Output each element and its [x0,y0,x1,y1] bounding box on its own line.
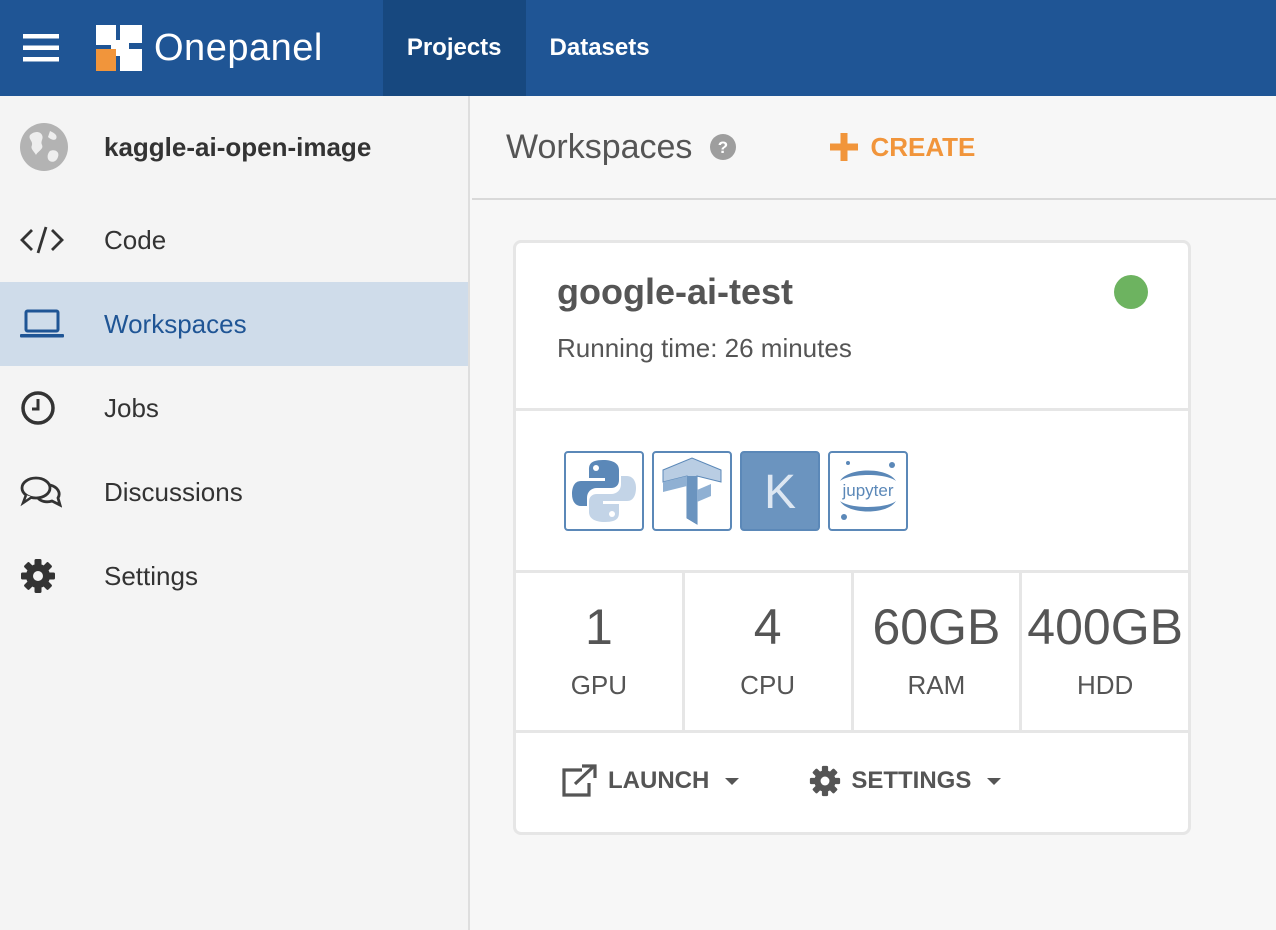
jupyter-label: jupyter [841,481,893,500]
project-header[interactable]: kaggle-ai-open-image [0,96,468,198]
comments-icon [20,475,66,509]
caret-down-icon [987,777,1002,785]
main-nav: Projects Datasets [382,0,674,96]
spec-value: 60GB [872,599,1001,655]
spec-ram: 60GB RAM [854,573,1023,730]
external-link-icon [562,764,597,797]
create-label: CREATE [870,131,976,162]
sidebar-item-code[interactable]: Code [0,198,468,282]
spec-label: GPU [570,670,628,700]
spec-value: 1 [584,599,613,655]
spec-value: 4 [753,599,782,655]
gear-icon [810,765,841,797]
sidebar-item-discussions[interactable]: Discussions [0,450,468,534]
launch-button[interactable]: LAUNCH [560,764,740,798]
spec-label: CPU [740,670,796,700]
laptop-icon [20,309,66,339]
logo-text: Onepanel [154,26,323,69]
spec-value: 400GB [1027,599,1183,655]
svg-text:?: ? [718,138,728,157]
onepanel-logo[interactable]: Onepanel [96,0,323,96]
sidebar-item-label: Code [104,224,167,255]
framework-icons: K jupyter [516,411,1188,573]
sidebar-item-label: Discussions [104,476,243,507]
nav-datasets[interactable]: Datasets [526,0,674,96]
onepanel-logo-icon [96,25,142,71]
tensorflow-icon [652,450,732,531]
workspace-actions: LAUNCH SETTINGS [516,733,1188,829]
spec-hdd: 400GB HDD [1022,573,1188,730]
create-button[interactable]: CREATE [830,132,975,163]
sidebar-item-label: Workspaces [104,308,247,339]
help-icon[interactable]: ? [710,134,737,160]
clock-icon [20,390,66,426]
sidebar-item-jobs[interactable]: Jobs [0,366,468,450]
sidebar-item-label: Settings [104,560,198,591]
sidebar-item-label: Jobs [104,392,159,423]
sidebar: kaggle-ai-open-image Code Workspaces Job… [0,96,470,930]
status-indicator [1114,275,1148,309]
code-icon [20,225,66,255]
sidebar-item-settings[interactable]: Settings [0,534,468,618]
workspace-specs: 1 GPU 4 CPU 60GB RAM 400GB HDD [516,573,1188,733]
keras-icon: K [740,450,820,531]
python-icon [564,450,644,531]
plus-icon [830,133,859,161]
workspace-name[interactable]: google-ai-test [557,271,793,313]
globe-icon [20,123,68,171]
page-header: Workspaces ? CREATE [472,96,1276,200]
keras-letter: K [764,466,796,519]
page-title: Workspaces [506,127,693,166]
workspace-card-header: google-ai-test Running time: 26 minutes [516,243,1188,411]
spec-gpu: 1 GPU [516,573,685,730]
workspace-settings-button[interactable]: SETTINGS [809,765,1002,797]
settings-label: SETTINGS [851,767,972,794]
running-time: Running time: 26 minutes [557,333,852,363]
workspace-card: google-ai-test Running time: 26 minutes … [513,240,1191,835]
caret-down-icon [725,777,740,785]
spec-label: RAM [907,670,966,700]
gear-icon [20,558,66,594]
nav-projects[interactable]: Projects [382,0,526,96]
menu-icon[interactable] [0,0,82,96]
launch-label: LAUNCH [608,767,710,794]
jupyter-icon: jupyter [828,450,908,531]
spec-label: HDD [1076,670,1134,700]
sidebar-item-workspaces[interactable]: Workspaces [0,282,468,366]
top-navbar: Onepanel Projects Datasets [0,0,1276,96]
spec-cpu: 4 CPU [685,573,854,730]
project-name: kaggle-ai-open-image [104,131,372,162]
